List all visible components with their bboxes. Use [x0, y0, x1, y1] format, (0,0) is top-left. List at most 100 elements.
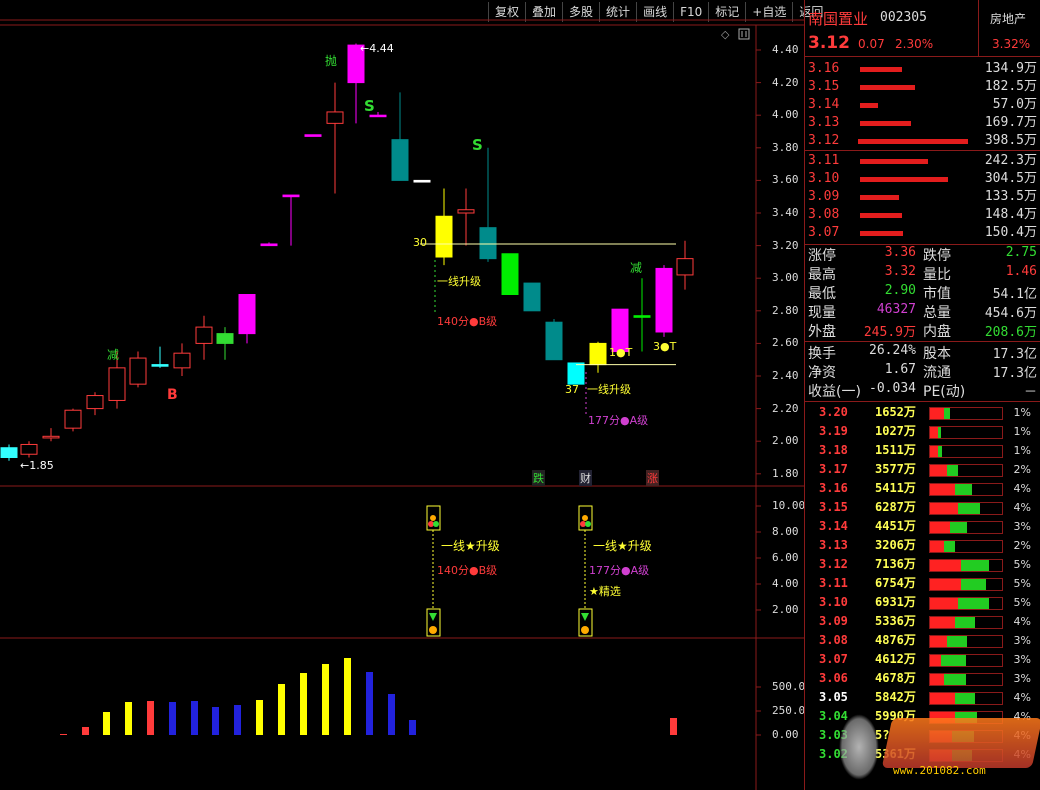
dist-bar-red: [930, 408, 944, 419]
candle-body: [567, 362, 585, 385]
distribution-row: 3.08 4876万 3%: [805, 631, 1040, 650]
dist-bar-red: [930, 541, 944, 552]
sector-name[interactable]: 房地产: [990, 10, 1026, 27]
watermark-url: www.201082.com: [893, 764, 986, 777]
dist-volume: 4678万: [875, 671, 916, 685]
signal-b: B: [167, 387, 178, 403]
candle-body: [282, 194, 300, 198]
volume-bar: [234, 705, 241, 735]
stats-row: 最高 3.32 量比 1.46: [805, 264, 1040, 283]
signal-s-2: S: [472, 136, 483, 154]
dist-pct: 5%: [1013, 558, 1031, 571]
dist-bar-green: [961, 560, 989, 571]
stock-pct: 2.30%: [895, 37, 934, 51]
dist-pct: 4%: [1013, 501, 1031, 514]
book-volume: 133.5万: [984, 189, 1037, 204]
stat-label: 总量: [923, 305, 951, 321]
label-1t: 1●T: [609, 346, 633, 359]
volume-bar: [388, 694, 395, 735]
stat-label: 净资: [808, 365, 836, 381]
stat-value: 26.24%: [869, 343, 916, 358]
tag-die: 跌: [532, 470, 545, 486]
ind-jingxuan: ★精选: [589, 585, 621, 598]
stat-label: 市值: [923, 286, 951, 302]
bid-row: 3.11 242.3万: [805, 152, 1040, 170]
high-price-label: ←4.44: [360, 42, 394, 55]
axis-tick-ind_ticks-2: 6.00: [772, 551, 799, 564]
candle-body: [0, 447, 18, 459]
axis-tick-ind_ticks-1: 8.00: [772, 525, 799, 538]
dist-bar-green: [955, 693, 975, 704]
dist-pct: 4%: [1013, 615, 1031, 628]
axis-tick-price_ticks-4: 3.60: [772, 173, 799, 187]
candle-body: [64, 409, 82, 429]
candle-body: [413, 179, 431, 183]
dist-price: 3.17: [819, 462, 848, 476]
distribution-row: 3.20 1652万 1%: [805, 403, 1040, 422]
stock-code: 002305: [880, 10, 927, 25]
axis-tick-ind_ticks-4: 2.00: [772, 603, 799, 616]
axis-tick-price_ticks-2: 4.00: [772, 108, 799, 122]
axis-tick-vol_ticks-1: 250.0: [772, 704, 806, 717]
dist-bar-green: [947, 465, 958, 476]
candle-body: [545, 321, 563, 361]
distribution-row: 3.17 3577万 2%: [805, 460, 1040, 479]
distribution-row: 3.11 6754万 5%: [805, 574, 1040, 593]
dist-price: 3.08: [819, 633, 848, 647]
stat-label: 跌停: [923, 248, 951, 264]
book-price: 3.12: [808, 133, 840, 148]
dist-bar-green: [947, 636, 967, 647]
stat-label: 换手: [808, 346, 836, 362]
axis-tick-price_ticks-10: 2.40: [772, 369, 799, 382]
ask-row: 3.15 182.5万: [805, 78, 1040, 96]
dist-bar-red: [930, 617, 955, 628]
dist-bar-frame: [929, 464, 1003, 477]
dist-pct: 3%: [1013, 520, 1031, 533]
candle-body: [479, 227, 497, 260]
dist-bar-green: [944, 541, 955, 552]
book-volume-bar: [860, 159, 928, 164]
distribution-row: 3.10 6931万 5%: [805, 593, 1040, 612]
label-37: 37: [565, 383, 579, 396]
dist-bar-red: [930, 560, 961, 571]
stat-value: 3.32: [884, 264, 916, 279]
book-price: 3.10: [808, 171, 840, 186]
stats-row: 收益(一) -0.034 PE(动) －: [805, 381, 1040, 400]
stock-change: 0.07: [858, 37, 885, 51]
book-price: 3.09: [808, 189, 840, 204]
volume-bar: [256, 700, 263, 735]
candle-body: [457, 209, 475, 214]
volume-bar: [409, 720, 416, 735]
stat-value: 208.6万: [984, 325, 1037, 340]
dist-bar-green: [938, 427, 941, 438]
stats-row: 换手 26.24% 股本 17.3亿: [805, 343, 1040, 362]
kline-chart[interactable]: ◇: [0, 0, 804, 790]
dist-bar-green: [941, 655, 966, 666]
stat-value: 454.6万: [984, 306, 1037, 321]
candle-body: [391, 139, 409, 181]
dist-volume: 3577万: [875, 462, 916, 476]
candle-body: [435, 215, 453, 258]
distribution-row: 3.05 5842万 4%: [805, 688, 1040, 707]
signal-s-1: S: [364, 97, 375, 115]
ind-score-140: 140分●B级: [437, 564, 498, 577]
book-volume: 242.3万: [984, 153, 1037, 168]
one-line-up-1: 一线升级: [437, 275, 481, 288]
dist-pct: 3%: [1013, 672, 1031, 685]
stat-label: 外盘: [808, 324, 836, 340]
watermark-logo: www.201082.com: [837, 708, 1040, 790]
stat-value: 1.46: [1005, 264, 1037, 279]
dist-bar-green: [958, 598, 989, 609]
dist-volume: 1652万: [875, 405, 916, 419]
dist-pct: 1%: [1013, 444, 1031, 457]
candle-body: [655, 267, 673, 333]
distribution-row: 3.09 5336万 4%: [805, 612, 1040, 631]
dist-pct: 4%: [1013, 691, 1031, 704]
axis-tick-price_ticks-5: 3.40: [772, 206, 799, 219]
signal-pao: 抛: [325, 54, 338, 68]
book-volume: 304.5万: [984, 171, 1037, 186]
dist-bar-frame: [929, 407, 1003, 420]
dist-bar-red: [930, 465, 947, 476]
label-3t: 3●T: [653, 340, 677, 353]
dist-volume: 5411万: [875, 481, 916, 495]
